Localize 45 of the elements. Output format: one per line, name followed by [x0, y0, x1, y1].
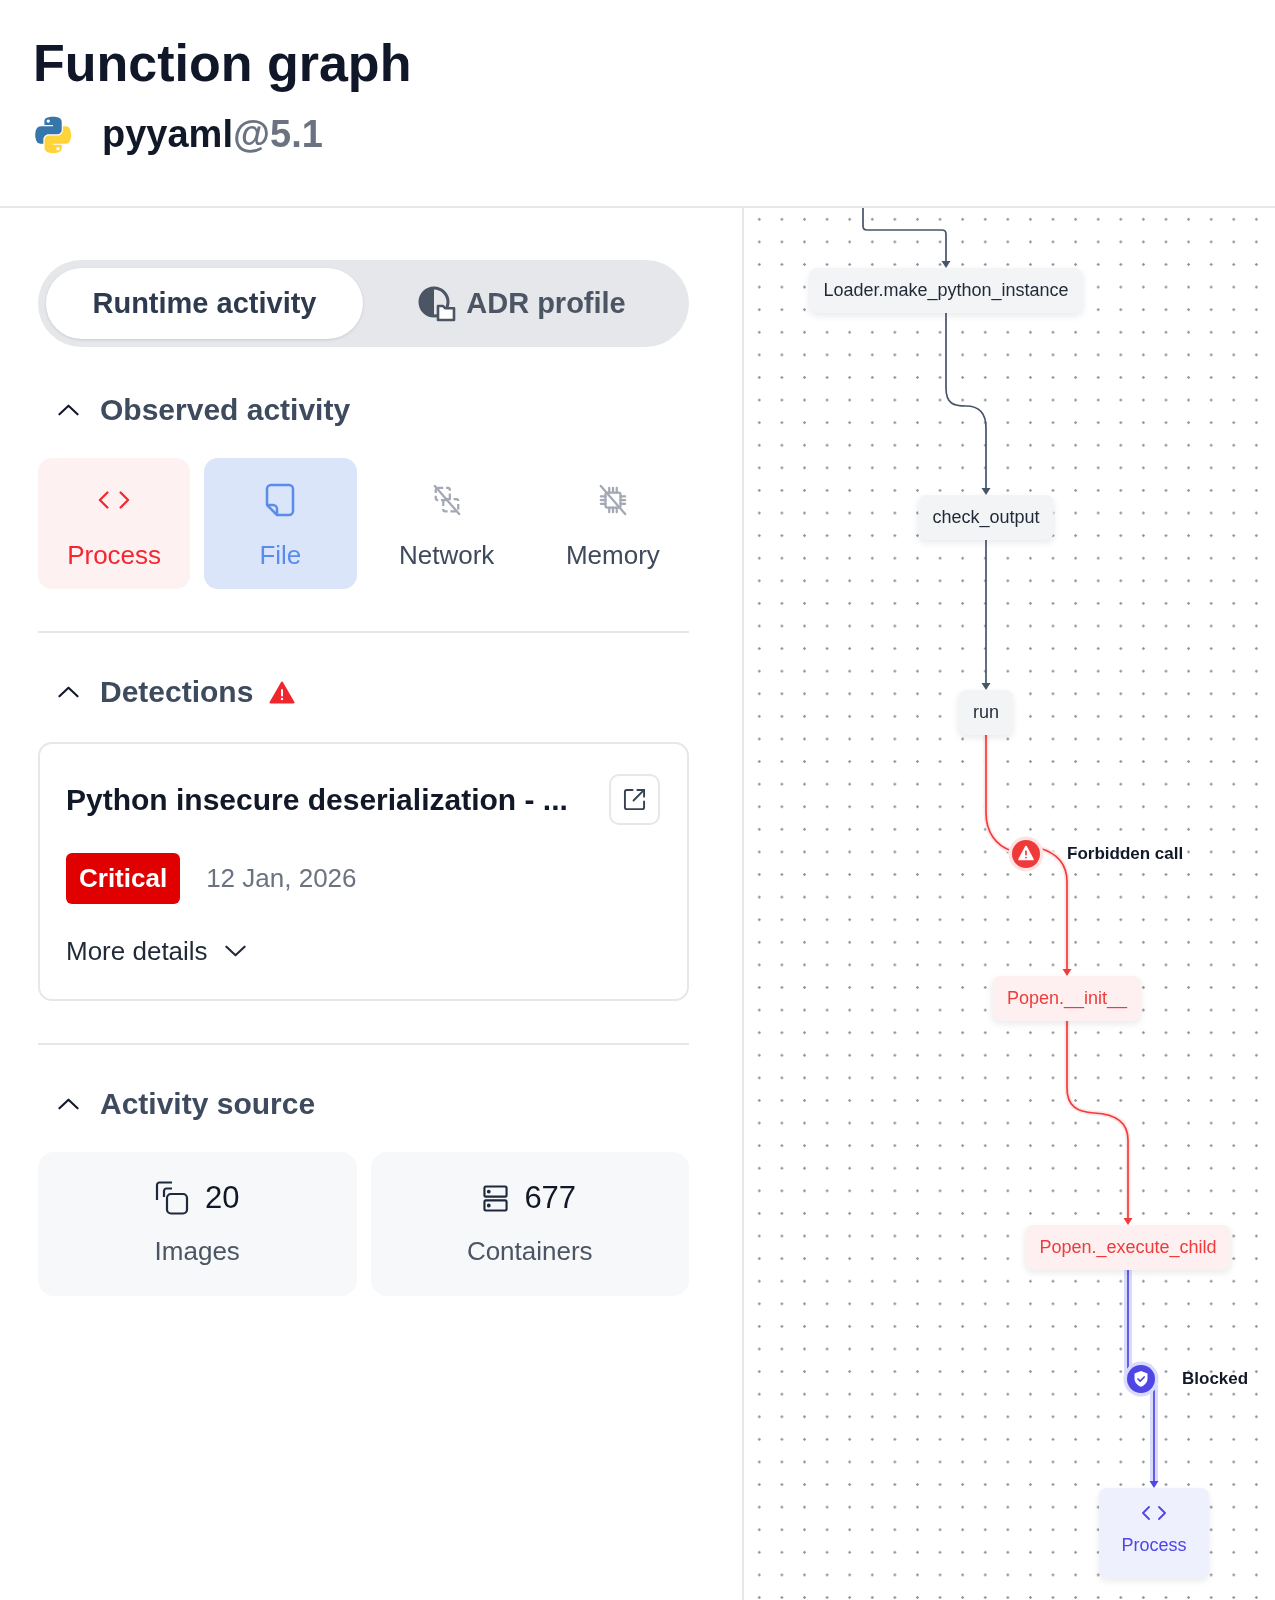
- shield-check-icon: [1123, 1361, 1159, 1397]
- tab[interactable]: Runtime activity: [46, 268, 363, 339]
- node-label: Process: [1121, 1534, 1187, 1556]
- activity-filter[interactable]: Network: [370, 458, 523, 589]
- package-name: pyyaml: [102, 113, 233, 155]
- severity-badge: Critical: [66, 853, 181, 904]
- marker-label: Blocked: [1182, 1368, 1249, 1390]
- detection-date: 12 Jan, 2026: [206, 863, 357, 894]
- section-title: Detections: [100, 674, 254, 710]
- more-details-button[interactable]: More details: [66, 933, 246, 969]
- server-icon: [483, 1184, 509, 1212]
- function-node: Popen.__init__: [992, 976, 1142, 1021]
- code-icon: [98, 491, 131, 509]
- package-logo-icon: [35, 115, 71, 153]
- external-link-icon: [623, 788, 646, 811]
- collapse-button[interactable]: [58, 1098, 79, 1110]
- marker-label: Forbidden call: [1067, 843, 1184, 865]
- chevron-up-icon: [58, 686, 79, 698]
- source-count: 20: [205, 1180, 240, 1216]
- crossed-chip-icon: [597, 483, 628, 517]
- warning-icon: [1008, 836, 1044, 872]
- activity-filter[interactable]: Process: [38, 458, 191, 589]
- activity-filter[interactable]: Memory: [536, 458, 689, 589]
- collapse-button[interactable]: [58, 404, 79, 416]
- source-label: Containers: [466, 1236, 593, 1266]
- code-icon: [1142, 1506, 1166, 1520]
- detection-title: Python insecure deserialization - ...: [66, 782, 568, 817]
- crossed-network-icon: [431, 483, 462, 517]
- stacked-squares-icon: [155, 1181, 189, 1215]
- section-title: Activity source: [100, 1086, 316, 1122]
- section-title: Observed activity: [100, 392, 351, 428]
- source-label: Images: [154, 1236, 240, 1266]
- function-node: run: [959, 690, 1013, 735]
- page-title: Function graph: [33, 33, 412, 94]
- collapse-button[interactable]: [58, 686, 79, 698]
- chevron-up-icon: [58, 1098, 79, 1110]
- function-node: Loader.make_python_instance: [809, 268, 1083, 313]
- open-link-button[interactable]: [609, 774, 660, 825]
- tab[interactable]: ADR profile: [363, 268, 681, 339]
- file-icon: [265, 483, 296, 517]
- package-version: @5.1: [232, 113, 323, 155]
- function-node: Popen._execute_child: [1025, 1225, 1231, 1270]
- function-node: check_output: [918, 495, 1054, 540]
- chevron-up-icon: [58, 404, 79, 416]
- source-count: 677: [524, 1180, 577, 1216]
